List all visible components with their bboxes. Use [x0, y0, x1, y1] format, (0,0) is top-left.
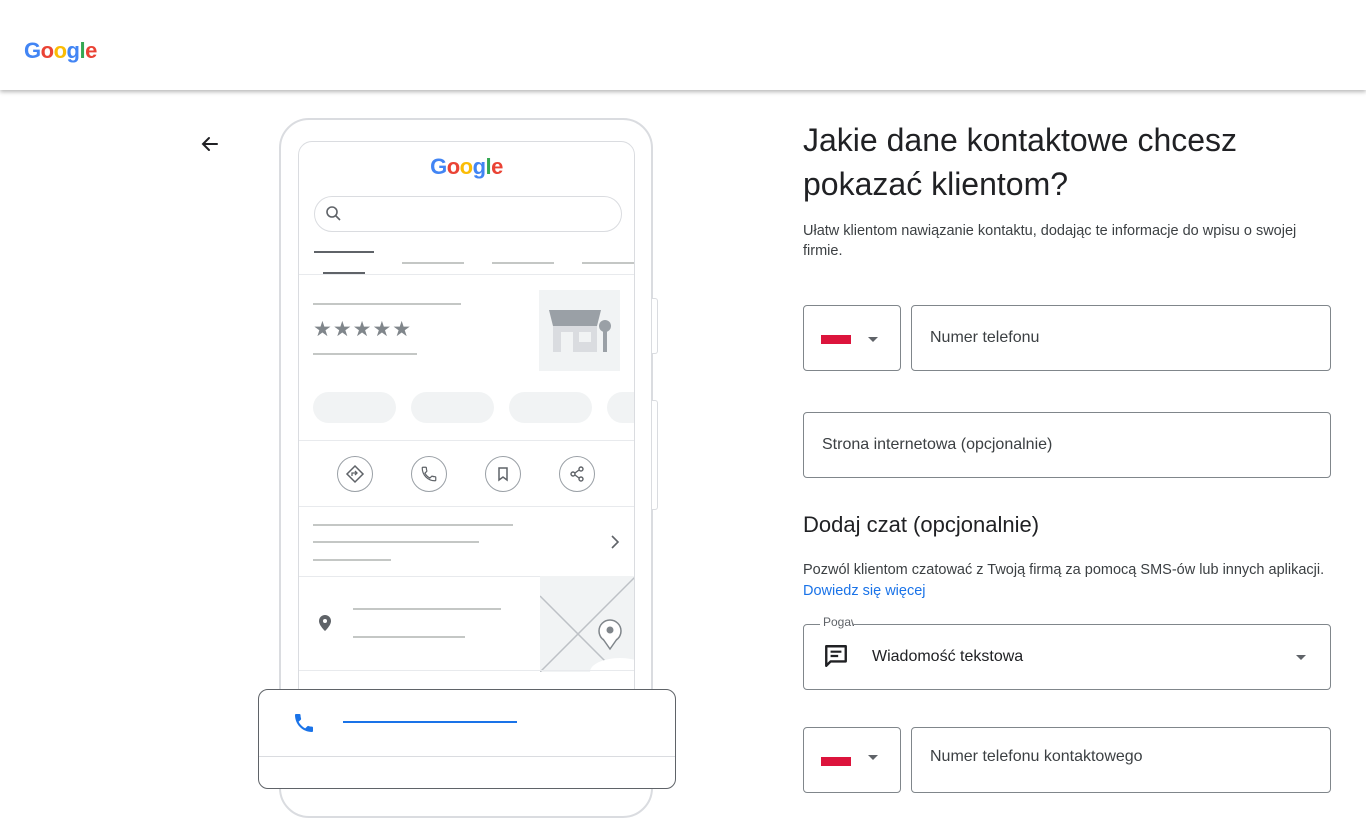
google-logo: Google — [24, 38, 97, 63]
learn-more-link[interactable]: Dowiedz się więcej — [803, 583, 926, 599]
page-title: Jakie dane kontaktowe chcesz pokazać kli… — [803, 122, 1238, 202]
back-button[interactable] — [196, 132, 224, 156]
location-pin-icon — [319, 615, 331, 631]
chevron-right-icon — [611, 535, 620, 549]
call-card — [258, 689, 676, 789]
map-thumbnail — [540, 576, 634, 672]
text-line — [313, 559, 391, 561]
phone-input[interactable]: Numer telefonu — [911, 305, 1331, 371]
website-placeholder: Strona internetowa (opcjonalnie) — [822, 436, 1053, 453]
map-icon — [540, 576, 634, 672]
tab-line — [492, 262, 554, 264]
divider — [299, 506, 634, 507]
text-line — [313, 353, 417, 355]
phone-icon — [295, 714, 313, 732]
tab-line — [402, 262, 464, 264]
text-line — [313, 303, 461, 305]
divider — [299, 274, 634, 275]
contact-phone-input[interactable]: Numer telefonu kontaktowego — [911, 727, 1331, 793]
phone-icon — [421, 466, 437, 482]
save-action — [485, 456, 521, 492]
search-icon — [326, 206, 341, 221]
phone-search-bar — [314, 196, 622, 232]
chip-placeholder — [411, 392, 494, 423]
top-bar: Google — [0, 0, 1366, 90]
country-code-select[interactable] — [803, 305, 901, 371]
phone-side-button — [652, 400, 658, 510]
rating-stars: ★★★★★ — [313, 318, 413, 341]
chat-type-select[interactable]: Wiadomość tekstowa — [803, 624, 1331, 690]
phone-screen: Google ★★★★★ — [298, 141, 635, 781]
tab-line — [314, 251, 374, 253]
chip-placeholder — [313, 392, 396, 423]
phone-placeholder: Numer telefonu — [930, 329, 1040, 346]
divider — [299, 670, 634, 671]
chat-heading: Dodaj czat (opcjonalnie) — [803, 512, 1040, 537]
message-icon — [825, 645, 847, 667]
text-line — [313, 524, 513, 526]
caret-down-icon — [1296, 655, 1306, 660]
contact-phone-placeholder: Numer telefonu kontaktowego — [930, 748, 1143, 765]
phone-line — [343, 721, 517, 723]
arrow-left-icon — [201, 137, 218, 151]
phone-google-logo: Google — [430, 154, 503, 179]
store-image — [539, 290, 620, 371]
website-input[interactable]: Strona internetowa (opcjonalnie) — [803, 412, 1331, 478]
divider — [259, 756, 675, 757]
chat-select-value: Wiadomość tekstowa — [872, 648, 1024, 665]
chip-placeholder — [509, 392, 592, 423]
poland-flag-icon — [821, 335, 851, 344]
share-action — [559, 456, 595, 492]
contact-country-code-select[interactable] — [803, 727, 901, 793]
chat-select-label: Pogawędka — [820, 615, 854, 629]
caret-down-icon — [868, 755, 878, 760]
tab-line — [582, 262, 634, 264]
bookmark-icon — [498, 467, 508, 482]
share-icon — [570, 466, 584, 482]
storefront-icon — [549, 310, 611, 352]
call-action — [411, 456, 447, 492]
text-line — [353, 636, 465, 638]
poland-flag-icon — [821, 757, 851, 766]
directions-icon — [345, 464, 365, 484]
text-line — [353, 608, 501, 610]
chip-placeholder — [607, 392, 634, 423]
chat-description: Pozwól klientom czatować z Twoją firmą z… — [803, 562, 1325, 599]
phone-side-button — [652, 298, 658, 354]
page-description: Ułatw klientom nawiązanie kontaktu, doda… — [803, 223, 1297, 259]
directions-action — [337, 456, 373, 492]
text-line — [313, 541, 479, 543]
caret-down-icon — [868, 337, 878, 342]
divider — [299, 440, 634, 441]
